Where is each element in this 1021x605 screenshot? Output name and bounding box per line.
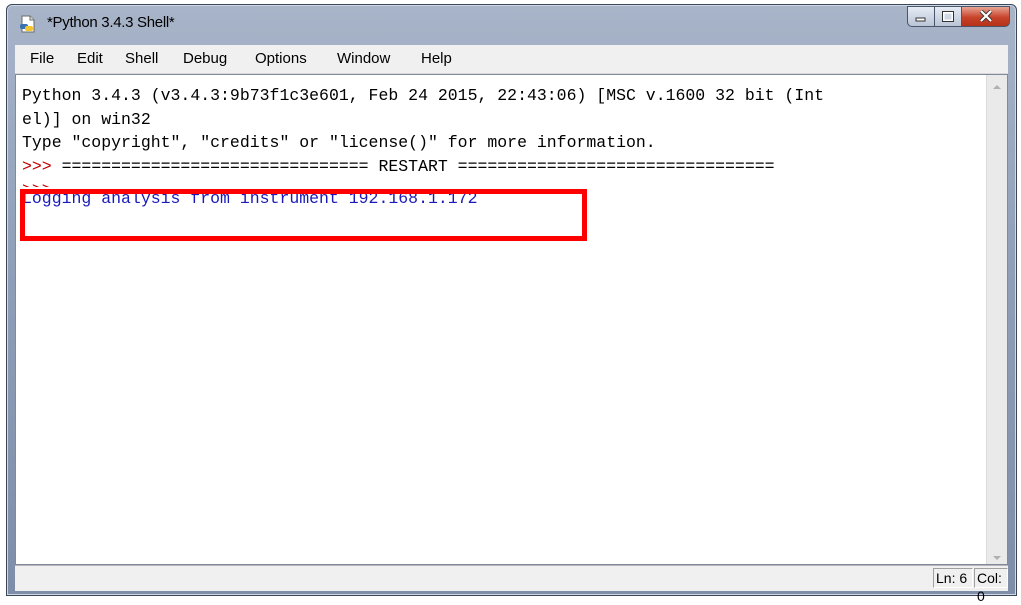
shell-prompt-2: >>> (22, 180, 52, 187)
caption-buttons (907, 6, 1010, 27)
window-title: *Python 3.4.3 Shell* (47, 14, 175, 31)
highlight-annotation-box (20, 189, 587, 241)
status-bar: Ln: 6 Col: 0 (15, 565, 1008, 604)
menu-help[interactable]: Help (421, 50, 452, 67)
line-number-indicator: Ln: 6 (933, 568, 973, 588)
menu-options[interactable]: Options (255, 50, 307, 67)
maximize-button[interactable] (935, 6, 962, 27)
menu-bar: File Edit Shell Debug Options Window Hel… (15, 45, 1008, 74)
close-button[interactable] (962, 6, 1010, 27)
vertical-scrollbar[interactable] (986, 75, 1007, 564)
restart-banner: =============================== RESTART … (61, 156, 775, 176)
minimize-icon (915, 7, 927, 26)
title-bar[interactable]: *Python 3.4.3 Shell* (7, 5, 1016, 43)
idle-shell-window: *Python 3.4.3 Shell* File Edit Shell Deb… (6, 4, 1017, 604)
shell-text-area[interactable]: Python 3.4.3 (v3.4.3:9b73f1c3e601, Feb 2… (15, 74, 1008, 565)
scroll-up-arrow-icon (992, 75, 1002, 94)
restart-line: >>> =============================== REST… (22, 155, 988, 179)
menu-shell[interactable]: Shell (125, 50, 158, 67)
banner-line-2: el)] on win32 (22, 109, 151, 129)
scroll-down-button[interactable] (987, 546, 1007, 564)
python-file-icon (19, 15, 37, 33)
menu-file[interactable]: File (30, 50, 54, 67)
banner-line-1: Python 3.4.3 (v3.4.3:9b73f1c3e601, Feb 2… (22, 86, 825, 105)
shell-prompt: >>> (22, 156, 62, 176)
scroll-up-button[interactable] (987, 75, 1007, 93)
prompt-line: >>> (22, 178, 988, 187)
maximize-icon (942, 7, 954, 26)
menu-window[interactable]: Window (337, 50, 390, 67)
close-icon (979, 7, 993, 26)
banner-line-3: Type "copyright", "credits" or "license(… (22, 133, 656, 152)
column-number-indicator: Col: 0 (974, 568, 1008, 604)
menu-edit[interactable]: Edit (77, 50, 103, 67)
scroll-down-arrow-icon (992, 546, 1002, 565)
minimize-button[interactable] (907, 6, 935, 27)
menu-debug[interactable]: Debug (183, 50, 227, 67)
